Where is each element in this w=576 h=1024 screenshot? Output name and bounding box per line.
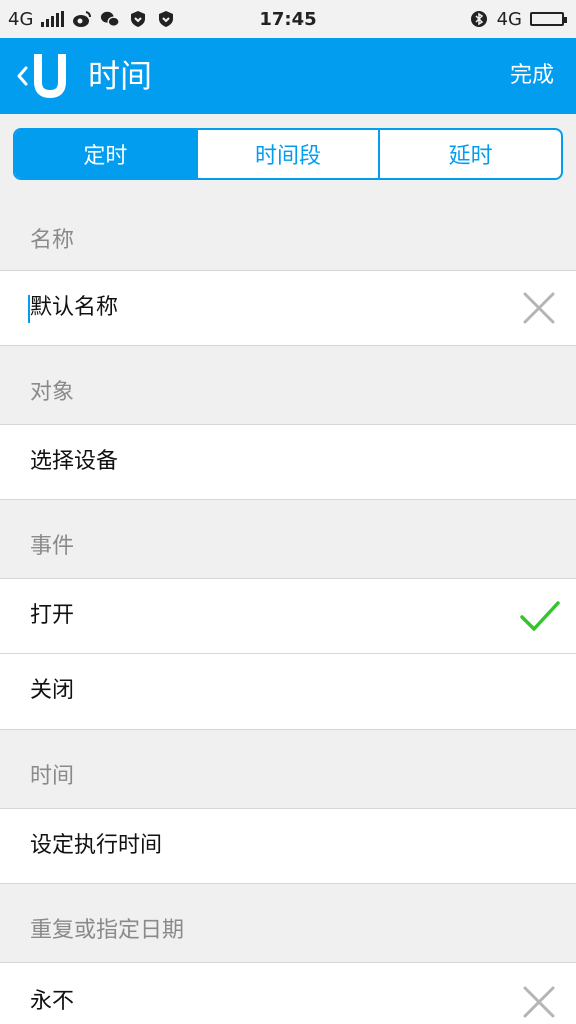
status-bar-right: 4G bbox=[469, 9, 576, 30]
name-input[interactable]: 默认名称 bbox=[30, 271, 118, 345]
section-header-name: 名称 bbox=[0, 194, 576, 270]
back-button[interactable] bbox=[14, 52, 68, 100]
check-icon bbox=[520, 597, 560, 635]
select-device-row[interactable]: 选择设备 bbox=[0, 424, 576, 500]
repeat-value-label: 永不 bbox=[30, 989, 75, 1014]
tab-delay[interactable]: 延时 bbox=[378, 130, 561, 178]
repeat-row[interactable]: 永不 bbox=[0, 962, 576, 1024]
section-header-time: 时间 bbox=[0, 730, 576, 806]
select-device-label: 选择设备 bbox=[30, 449, 119, 474]
event-option-off[interactable]: 关闭 bbox=[0, 654, 576, 730]
tab-time-range[interactable]: 时间段 bbox=[195, 130, 379, 178]
event-option-on[interactable]: 打开 bbox=[0, 578, 576, 654]
network-type-label: 4G bbox=[8, 8, 34, 30]
clear-icon[interactable] bbox=[520, 289, 558, 327]
bluetooth-icon bbox=[469, 9, 489, 29]
set-execution-time-row[interactable]: 设定执行时间 bbox=[0, 808, 576, 884]
mode-segmented-control: 定时 时间段 延时 bbox=[13, 128, 563, 180]
app-root: 4G 17:45 4G 时间 完成 定时 时间段 延时 名称 默认名称 对象 选… bbox=[0, 0, 576, 1024]
event-option-label: 关闭 bbox=[30, 678, 75, 703]
status-bar-left: 4G bbox=[0, 9, 176, 30]
network-type-label-right: 4G bbox=[496, 8, 522, 30]
signal-strength-icon bbox=[41, 11, 65, 27]
section-header-event: 事件 bbox=[0, 500, 576, 576]
wechat-icon bbox=[100, 9, 121, 29]
section-header-label: 重复或指定日期 bbox=[30, 918, 185, 943]
tab-timer[interactable]: 定时 bbox=[15, 130, 196, 178]
weibo-icon bbox=[72, 9, 92, 29]
section-header-label: 名称 bbox=[30, 228, 75, 253]
name-input-row[interactable]: 默认名称 bbox=[0, 270, 576, 346]
u-logo-icon bbox=[34, 54, 66, 98]
section-header-label: 时间 bbox=[30, 764, 75, 789]
chevron-left-icon bbox=[17, 66, 28, 86]
app-header: 时间 完成 bbox=[0, 38, 576, 114]
shield-icon bbox=[156, 9, 176, 29]
section-header-repeat: 重复或指定日期 bbox=[0, 884, 576, 960]
section-header-object: 对象 bbox=[0, 346, 576, 422]
clear-icon[interactable] bbox=[520, 983, 558, 1021]
done-button[interactable]: 完成 bbox=[510, 38, 554, 114]
event-option-label: 打开 bbox=[30, 603, 75, 628]
section-header-label: 事件 bbox=[30, 534, 75, 559]
battery-icon bbox=[530, 12, 567, 26]
shield-icon bbox=[128, 9, 148, 29]
set-execution-time-label: 设定执行时间 bbox=[30, 833, 163, 858]
section-header-label: 对象 bbox=[30, 380, 75, 405]
page-title: 时间 bbox=[88, 57, 153, 95]
status-bar: 4G 17:45 4G bbox=[0, 0, 576, 38]
